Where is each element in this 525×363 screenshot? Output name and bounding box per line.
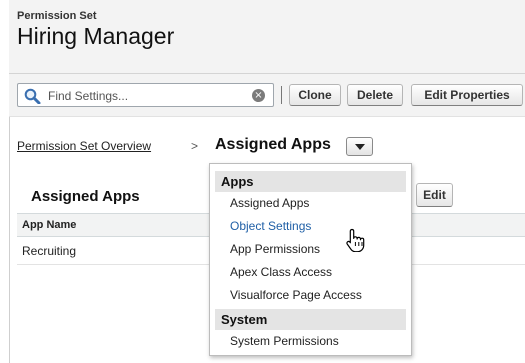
column-header-app-name: App Name <box>22 219 77 231</box>
section-title: Assigned Apps <box>31 188 140 205</box>
breadcrumb-current: Assigned Apps <box>215 136 331 153</box>
breadcrumb-separator: > <box>191 139 199 153</box>
menu-item-apex-class-access[interactable]: Apex Class Access <box>230 265 332 279</box>
menu-item-visualforce-page-access[interactable]: Visualforce Page Access <box>230 288 362 302</box>
menu-item-app-permissions[interactable]: App Permissions <box>230 242 320 256</box>
toolbar-divider <box>281 86 282 104</box>
page-subtitle: Permission Set <box>17 10 97 22</box>
clone-button[interactable]: Clone <box>289 84 341 106</box>
section-dropdown-menu: Apps Assigned Apps Object Settings App P… <box>209 163 412 356</box>
search-placeholder: Find Settings... <box>48 89 129 103</box>
menu-item-system-permissions[interactable]: System Permissions <box>230 334 339 348</box>
page-title: Hiring Manager <box>17 23 175 49</box>
breadcrumb-dropdown-button[interactable] <box>346 137 373 156</box>
menu-item-assigned-apps[interactable]: Assigned Apps <box>230 196 309 210</box>
chevron-down-icon <box>355 144 365 150</box>
hand-cursor-icon <box>346 228 366 257</box>
clear-icon[interactable]: × <box>252 89 265 102</box>
delete-button[interactable]: Delete <box>347 84 403 106</box>
magnifier-icon <box>24 88 41 109</box>
app-name-cell: Recruiting <box>22 244 77 258</box>
breadcrumb-overview-link[interactable]: Permission Set Overview <box>17 139 151 153</box>
menu-item-object-settings[interactable]: Object Settings <box>230 219 311 233</box>
find-settings-input[interactable]: Find Settings... × <box>17 83 274 107</box>
edit-button[interactable]: Edit <box>416 183 453 207</box>
edit-properties-button[interactable]: Edit Properties <box>411 84 523 106</box>
menu-group-system: System <box>215 309 406 330</box>
menu-group-apps: Apps <box>215 171 406 192</box>
